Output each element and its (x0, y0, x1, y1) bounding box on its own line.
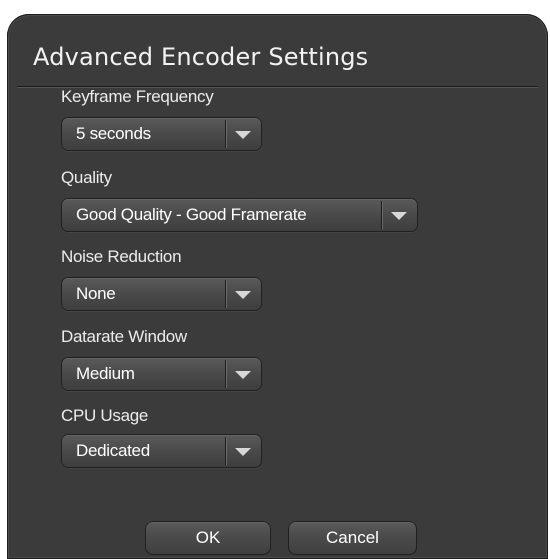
dropdown-separator (381, 201, 382, 229)
chevron-down-icon (235, 131, 251, 139)
noise-reduction-value: None (76, 284, 116, 303)
keyframe-frequency-value: 5 seconds (76, 124, 151, 143)
dropdown-separator (225, 437, 226, 465)
chevron-down-icon (235, 291, 251, 299)
cancel-button[interactable]: Cancel (288, 521, 417, 555)
dropdown-separator (225, 120, 226, 148)
cpu-usage-dropdown[interactable]: Dedicated (61, 434, 262, 468)
quality-label: Quality (61, 168, 112, 187)
quality-value: Good Quality - Good Framerate (76, 205, 307, 224)
noise-reduction-label: Noise Reduction (61, 247, 182, 266)
advanced-encoder-settings-dialog: Advanced Encoder Settings Keyframe Frequ… (7, 14, 548, 559)
datarate-window-value: Medium (76, 364, 135, 383)
chevron-down-icon (235, 371, 251, 379)
ok-button[interactable]: OK (145, 521, 271, 555)
cpu-usage-value: Dedicated (76, 441, 150, 460)
dropdown-separator (225, 280, 226, 308)
noise-reduction-dropdown[interactable]: None (61, 277, 262, 311)
cpu-usage-label: CPU Usage (61, 406, 149, 425)
background-strip (0, 0, 550, 14)
datarate-window-label: Datarate Window (61, 327, 187, 346)
dropdown-separator (225, 360, 226, 388)
dialog-title: Advanced Encoder Settings (33, 43, 369, 71)
keyframe-frequency-label: Keyframe Frequency (61, 87, 214, 106)
datarate-window-dropdown[interactable]: Medium (61, 357, 262, 391)
quality-dropdown[interactable]: Good Quality - Good Framerate (61, 198, 418, 232)
keyframe-frequency-dropdown[interactable]: 5 seconds (61, 117, 262, 151)
chevron-down-icon (391, 212, 407, 220)
chevron-down-icon (235, 448, 251, 456)
